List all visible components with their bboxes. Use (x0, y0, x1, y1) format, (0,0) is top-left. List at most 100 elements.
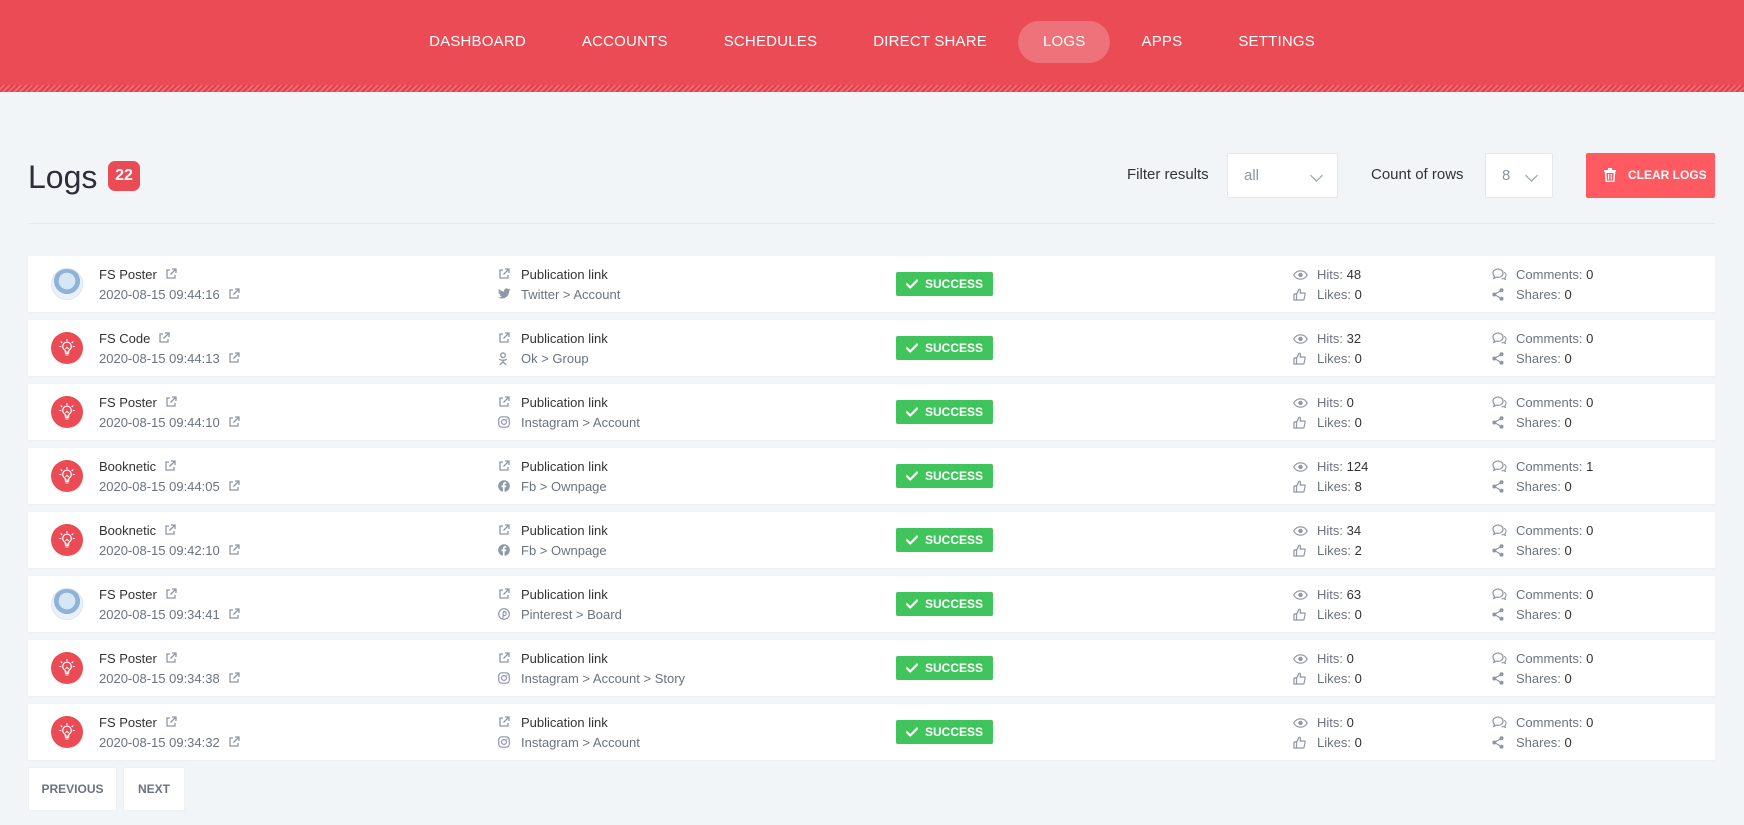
instagram-icon (498, 416, 510, 432)
logs-count-badge: 22 (108, 161, 140, 191)
shares-label: Shares: (1516, 415, 1561, 430)
external-link-icon[interactable] (228, 672, 240, 688)
header-stripe (0, 85, 1744, 92)
trash-icon (1604, 168, 1616, 182)
hits-label: Hits: (1317, 395, 1343, 410)
likes-value: 0 (1354, 287, 1362, 302)
shares-value: 0 (1564, 735, 1572, 750)
external-link-icon[interactable] (165, 396, 177, 412)
shares-value: 0 (1564, 351, 1572, 366)
likes-label: Likes: (1317, 287, 1351, 302)
nav-settings[interactable]: SETTINGS (1213, 21, 1340, 63)
log-row: FS Poster 2020-08-15 09:44:16 Publicatio… (28, 256, 1715, 312)
external-link-icon[interactable] (164, 524, 176, 540)
status-badge: SUCCESS (896, 720, 993, 744)
eye-icon (1293, 588, 1308, 604)
log-date: 2020-08-15 09:44:10 (99, 415, 220, 430)
external-link-icon[interactable] (228, 416, 240, 432)
log-row: FS Code 2020-08-15 09:44:13 Publication … (28, 320, 1715, 376)
nav-dashboard[interactable]: DASHBOARD (404, 21, 551, 63)
external-link-icon[interactable] (228, 352, 240, 368)
clear-logs-button[interactable]: CLEAR LOGS (1586, 153, 1715, 198)
count-of-rows-select[interactable]: 8 (1485, 153, 1553, 198)
hits-value: 0 (1346, 651, 1354, 666)
status-badge: SUCCESS (896, 528, 993, 552)
network-path-label: Ok > Group (521, 351, 589, 366)
comments-icon (1492, 396, 1507, 412)
instagram-icon (498, 736, 510, 752)
comments-value: 0 (1586, 587, 1594, 602)
external-link-icon[interactable] (228, 736, 240, 752)
nav-schedules[interactable]: SCHEDULES (699, 21, 843, 63)
external-link-icon[interactable] (158, 332, 170, 348)
nav-direct-share[interactable]: DIRECT SHARE (848, 21, 1012, 63)
comments-icon (1492, 332, 1507, 348)
log-date-line: 2020-08-15 09:44:05 (99, 479, 240, 496)
log-date-line: 2020-08-15 09:34:38 (99, 671, 240, 688)
nav-apps[interactable]: APPS (1116, 21, 1207, 63)
network-path-label: Twitter > Account (521, 287, 621, 302)
shares-value: 0 (1564, 479, 1572, 494)
hits-label: Hits: (1317, 267, 1343, 282)
account-name-line: FS Code (99, 331, 170, 348)
hits-value: 0 (1346, 715, 1354, 730)
comments-icon (1492, 588, 1507, 604)
nav-logs[interactable]: LOGS (1018, 21, 1111, 63)
chevron-down-icon (1525, 169, 1538, 182)
filter-results-select[interactable]: all (1227, 153, 1338, 198)
external-link-icon[interactable] (228, 288, 240, 304)
hits-label: Hits: (1317, 715, 1343, 730)
external-link-icon[interactable] (165, 268, 177, 284)
account-name: FS Poster (99, 651, 157, 666)
external-link-icon[interactable] (228, 608, 240, 624)
status-label: SUCCESS (925, 341, 984, 355)
share-icon (1492, 480, 1504, 497)
log-date: 2020-08-15 09:44:05 (99, 479, 220, 494)
publication-link-label: Publication link (521, 715, 608, 730)
comments-icon (1492, 460, 1507, 476)
external-link-icon[interactable] (228, 480, 240, 496)
external-link-icon[interactable] (165, 588, 177, 604)
divider (28, 223, 1715, 224)
network-path-label: Instagram > Account (521, 415, 640, 430)
count-of-rows-value: 8 (1502, 167, 1511, 184)
previous-page-button[interactable]: PREVIOUS (28, 767, 117, 811)
external-link-icon[interactable] (165, 652, 177, 668)
thumbs-up-icon (1293, 480, 1306, 497)
thumbs-up-icon (1293, 544, 1306, 561)
status-badge: SUCCESS (896, 336, 993, 360)
log-row: FS Poster 2020-08-15 09:34:41 Publicatio… (28, 576, 1715, 632)
share-icon (1492, 352, 1504, 369)
top-navbar: DASHBOARD ACCOUNTS SCHEDULES DIRECT SHAR… (0, 0, 1744, 92)
publication-link-label: Publication link (521, 331, 608, 346)
account-name: FS Poster (99, 395, 157, 410)
comments-label: Comments: (1516, 587, 1583, 602)
likes-label: Likes: (1317, 671, 1351, 686)
status-badge: SUCCESS (896, 400, 993, 424)
external-link-icon[interactable] (164, 460, 176, 476)
filter-results-value: all (1244, 167, 1260, 184)
status-badge: SUCCESS (896, 656, 993, 680)
external-link-icon[interactable] (228, 544, 240, 560)
hits-label: Hits: (1317, 523, 1343, 538)
log-date-line: 2020-08-15 09:44:10 (99, 415, 240, 432)
log-date: 2020-08-15 09:34:38 (99, 671, 220, 686)
external-link-icon[interactable] (165, 716, 177, 732)
log-date-line: 2020-08-15 09:42:10 (99, 543, 240, 560)
account-avatar (51, 268, 83, 300)
eye-icon (1293, 716, 1308, 732)
shares-value: 0 (1564, 543, 1572, 558)
comments-value: 0 (1586, 267, 1594, 282)
account-name-line: FS Poster (99, 395, 177, 412)
network-path-label: Pinterest > Board (521, 607, 622, 622)
network-path-label: Fb > Ownpage (521, 543, 607, 558)
next-page-button[interactable]: NEXT (123, 767, 185, 811)
shares-label: Shares: (1516, 607, 1561, 622)
hits-label: Hits: (1317, 331, 1343, 346)
nav-accounts[interactable]: ACCOUNTS (557, 21, 693, 63)
comments-label: Comments: (1516, 459, 1583, 474)
external-link-icon (498, 396, 510, 412)
account-name: FS Poster (99, 267, 157, 282)
hits-value: 63 (1346, 587, 1362, 602)
account-name: FS Poster (99, 715, 157, 730)
